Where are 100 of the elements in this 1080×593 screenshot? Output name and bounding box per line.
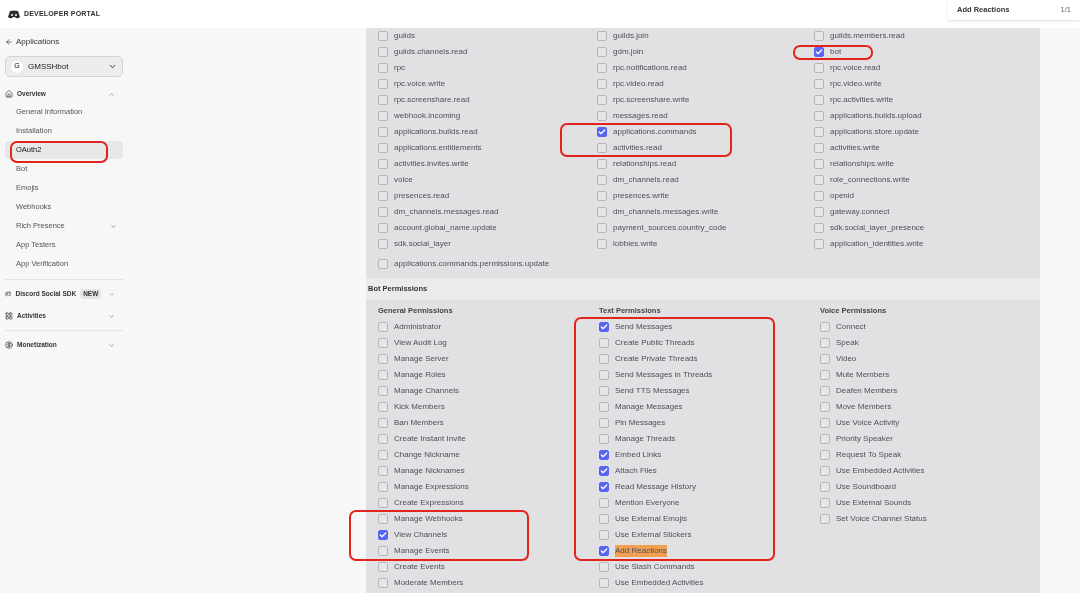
checkbox[interactable] bbox=[820, 482, 830, 492]
checkbox[interactable] bbox=[378, 434, 388, 444]
checkbox[interactable] bbox=[597, 79, 607, 89]
checkbox[interactable] bbox=[599, 402, 609, 412]
checkbox[interactable] bbox=[378, 338, 388, 348]
checkbox[interactable] bbox=[820, 338, 830, 348]
checkbox[interactable] bbox=[378, 498, 388, 508]
checkbox[interactable] bbox=[378, 450, 388, 460]
checkbox[interactable] bbox=[820, 402, 830, 412]
checkbox[interactable] bbox=[378, 546, 388, 556]
checkbox[interactable] bbox=[814, 31, 824, 41]
checkbox[interactable] bbox=[378, 127, 388, 137]
checkbox[interactable] bbox=[599, 322, 609, 332]
checkbox[interactable] bbox=[814, 143, 824, 153]
checkbox[interactable] bbox=[378, 47, 388, 57]
checkbox[interactable] bbox=[599, 370, 609, 380]
checkbox[interactable] bbox=[378, 354, 388, 364]
checkbox[interactable] bbox=[599, 578, 609, 588]
checkbox[interactable] bbox=[814, 159, 824, 169]
checkbox[interactable] bbox=[814, 127, 824, 137]
checkbox[interactable] bbox=[378, 95, 388, 105]
checkbox[interactable] bbox=[597, 191, 607, 201]
checkbox[interactable] bbox=[599, 562, 609, 572]
chevron-up-icon bbox=[108, 90, 115, 98]
checkbox[interactable] bbox=[599, 434, 609, 444]
permission-label: View Audit Log bbox=[394, 337, 447, 349]
checkbox[interactable] bbox=[378, 514, 388, 524]
checkbox[interactable] bbox=[599, 482, 609, 492]
checkbox[interactable] bbox=[378, 482, 388, 492]
checkbox[interactable] bbox=[599, 418, 609, 428]
checkbox[interactable] bbox=[378, 63, 388, 73]
back-link[interactable]: Applications bbox=[5, 28, 123, 56]
checkbox[interactable] bbox=[378, 223, 388, 233]
checkbox[interactable] bbox=[599, 530, 609, 540]
permission-label: dm_channels.read bbox=[613, 174, 679, 186]
checkbox[interactable] bbox=[378, 239, 388, 249]
checkbox[interactable] bbox=[597, 207, 607, 217]
checkbox[interactable] bbox=[820, 418, 830, 428]
checkbox[interactable] bbox=[597, 127, 607, 137]
checkbox[interactable] bbox=[820, 322, 830, 332]
checkbox[interactable] bbox=[378, 175, 388, 185]
checkbox[interactable] bbox=[378, 418, 388, 428]
checkbox[interactable] bbox=[814, 175, 824, 185]
checkbox[interactable] bbox=[599, 514, 609, 524]
checkbox[interactable] bbox=[378, 31, 388, 41]
checkbox[interactable] bbox=[597, 95, 607, 105]
checkbox[interactable] bbox=[814, 63, 824, 73]
checkbox[interactable] bbox=[814, 79, 824, 89]
checkbox[interactable] bbox=[378, 111, 388, 121]
checkbox[interactable] bbox=[378, 159, 388, 169]
checkbox[interactable] bbox=[820, 370, 830, 380]
checkbox[interactable] bbox=[378, 562, 388, 572]
checkbox[interactable] bbox=[599, 466, 609, 476]
checkbox[interactable] bbox=[378, 386, 388, 396]
checkbox[interactable] bbox=[597, 239, 607, 249]
permission-label: Send Messages bbox=[615, 321, 673, 333]
checkbox[interactable] bbox=[599, 498, 609, 508]
checkbox[interactable] bbox=[378, 370, 388, 380]
checkbox[interactable] bbox=[597, 47, 607, 57]
checkbox[interactable] bbox=[820, 498, 830, 508]
checkbox[interactable] bbox=[599, 354, 609, 364]
permission-label: Send Messages in Threads bbox=[615, 369, 713, 381]
permission-label: Manage Nicknames bbox=[394, 465, 465, 477]
checkbox[interactable] bbox=[820, 386, 830, 396]
checkbox[interactable] bbox=[597, 223, 607, 233]
checkbox[interactable] bbox=[820, 434, 830, 444]
checkbox[interactable] bbox=[814, 223, 824, 233]
checkbox[interactable] bbox=[378, 207, 388, 217]
checkbox[interactable] bbox=[599, 338, 609, 348]
checkbox[interactable] bbox=[378, 578, 388, 588]
checkbox[interactable] bbox=[378, 79, 388, 89]
checkbox[interactable] bbox=[599, 450, 609, 460]
checkbox[interactable] bbox=[378, 191, 388, 201]
checkbox[interactable] bbox=[378, 530, 388, 540]
checkbox[interactable] bbox=[597, 111, 607, 121]
permission-label: openid bbox=[830, 190, 855, 202]
checkbox[interactable] bbox=[597, 143, 607, 153]
permission-label: Manage Channels bbox=[394, 385, 459, 397]
checkbox[interactable] bbox=[814, 95, 824, 105]
checkbox[interactable] bbox=[820, 450, 830, 460]
checkbox[interactable] bbox=[599, 546, 609, 556]
checkbox[interactable] bbox=[814, 47, 824, 57]
checkbox[interactable] bbox=[820, 514, 830, 524]
permission-label: Deafen Members bbox=[836, 385, 898, 397]
checkbox[interactable] bbox=[378, 143, 388, 153]
checkbox[interactable] bbox=[378, 322, 388, 332]
checkbox[interactable] bbox=[814, 191, 824, 201]
checkbox[interactable] bbox=[597, 63, 607, 73]
checkbox[interactable] bbox=[597, 159, 607, 169]
checkbox[interactable] bbox=[814, 239, 824, 249]
checkbox[interactable] bbox=[597, 175, 607, 185]
checkbox[interactable] bbox=[599, 386, 609, 396]
checkbox[interactable] bbox=[597, 31, 607, 41]
checkbox[interactable] bbox=[378, 466, 388, 476]
checkbox[interactable] bbox=[378, 402, 388, 412]
checkbox[interactable] bbox=[814, 207, 824, 217]
checkbox[interactable] bbox=[814, 111, 824, 121]
checkbox[interactable] bbox=[820, 466, 830, 476]
checkbox[interactable] bbox=[820, 354, 830, 364]
checkbox[interactable] bbox=[378, 259, 388, 269]
